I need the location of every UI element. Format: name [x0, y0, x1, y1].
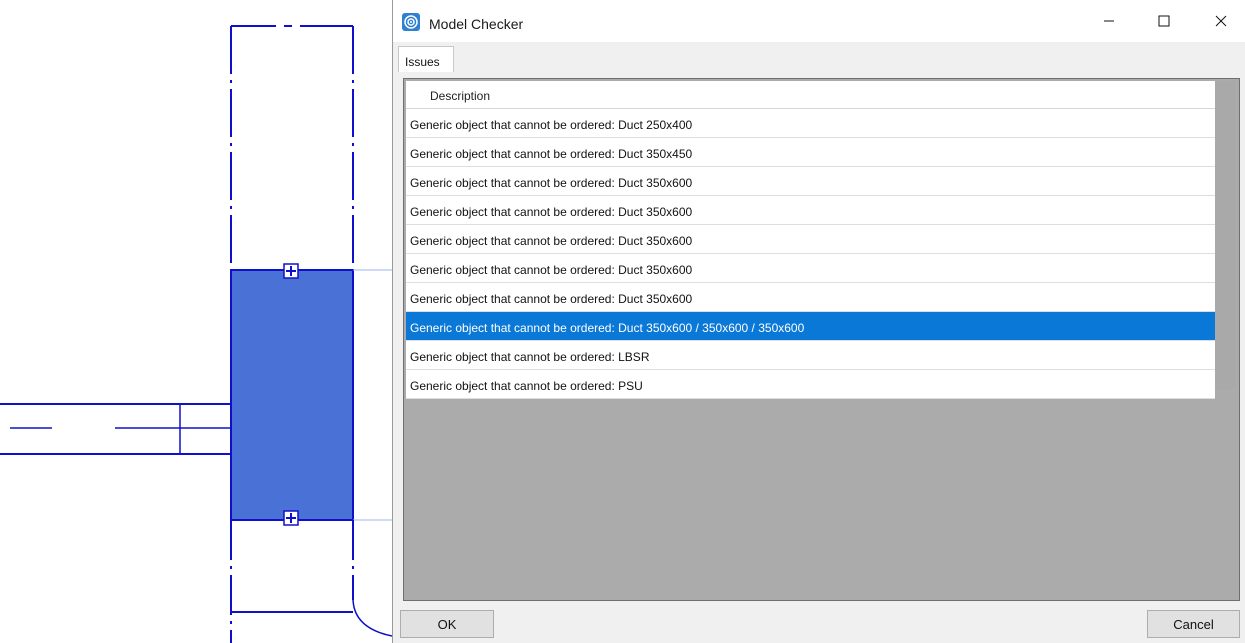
selected-duct-block[interactable]	[231, 270, 353, 520]
minimize-button[interactable]	[1086, 0, 1132, 42]
close-icon	[1215, 15, 1227, 27]
grip-handle-bottom-icon[interactable]	[283, 510, 299, 526]
cad-drawing-canvas[interactable]	[0, 0, 392, 643]
table-row[interactable]: Generic object that cannot be ordered: L…	[406, 341, 1215, 370]
grip-handle-top-icon[interactable]	[283, 263, 299, 279]
table-row-selected[interactable]: Generic object that cannot be ordered: D…	[406, 312, 1215, 341]
vertical-scrollbar[interactable]	[1215, 81, 1235, 389]
window-title: Model Checker	[429, 16, 524, 32]
ok-button[interactable]: OK	[400, 610, 494, 638]
table-row[interactable]: Generic object that cannot be ordered: D…	[406, 109, 1215, 138]
table-row[interactable]: Generic object that cannot be ordered: D…	[406, 196, 1215, 225]
model-checker-app-icon	[402, 13, 420, 31]
issues-panel: Description Generic object that cannot b…	[403, 78, 1240, 601]
table-row[interactable]: Generic object that cannot be ordered: P…	[406, 370, 1215, 399]
minimize-icon	[1104, 20, 1114, 22]
cancel-button[interactable]: Cancel	[1147, 610, 1240, 638]
model-checker-dialog: Model Checker Issues Description Generic…	[392, 0, 1245, 643]
table-row[interactable]: Generic object that cannot be ordered: D…	[406, 167, 1215, 196]
table-row[interactable]: Generic object that cannot be ordered: D…	[406, 283, 1215, 312]
close-button[interactable]	[1198, 0, 1244, 42]
column-header-description[interactable]: Description	[406, 81, 1215, 109]
duct-bend-curve	[352, 597, 392, 637]
issues-grid[interactable]: Description Generic object that cannot b…	[406, 81, 1215, 399]
maximize-icon	[1158, 15, 1170, 27]
table-row[interactable]: Generic object that cannot be ordered: D…	[406, 138, 1215, 167]
maximize-button[interactable]	[1141, 0, 1187, 42]
table-row[interactable]: Generic object that cannot be ordered: D…	[406, 225, 1215, 254]
table-row[interactable]: Generic object that cannot be ordered: D…	[406, 254, 1215, 283]
title-bar[interactable]: Model Checker	[393, 0, 1245, 42]
tab-issues[interactable]: Issues	[398, 46, 454, 72]
tab-strip: Issues	[393, 42, 1245, 72]
